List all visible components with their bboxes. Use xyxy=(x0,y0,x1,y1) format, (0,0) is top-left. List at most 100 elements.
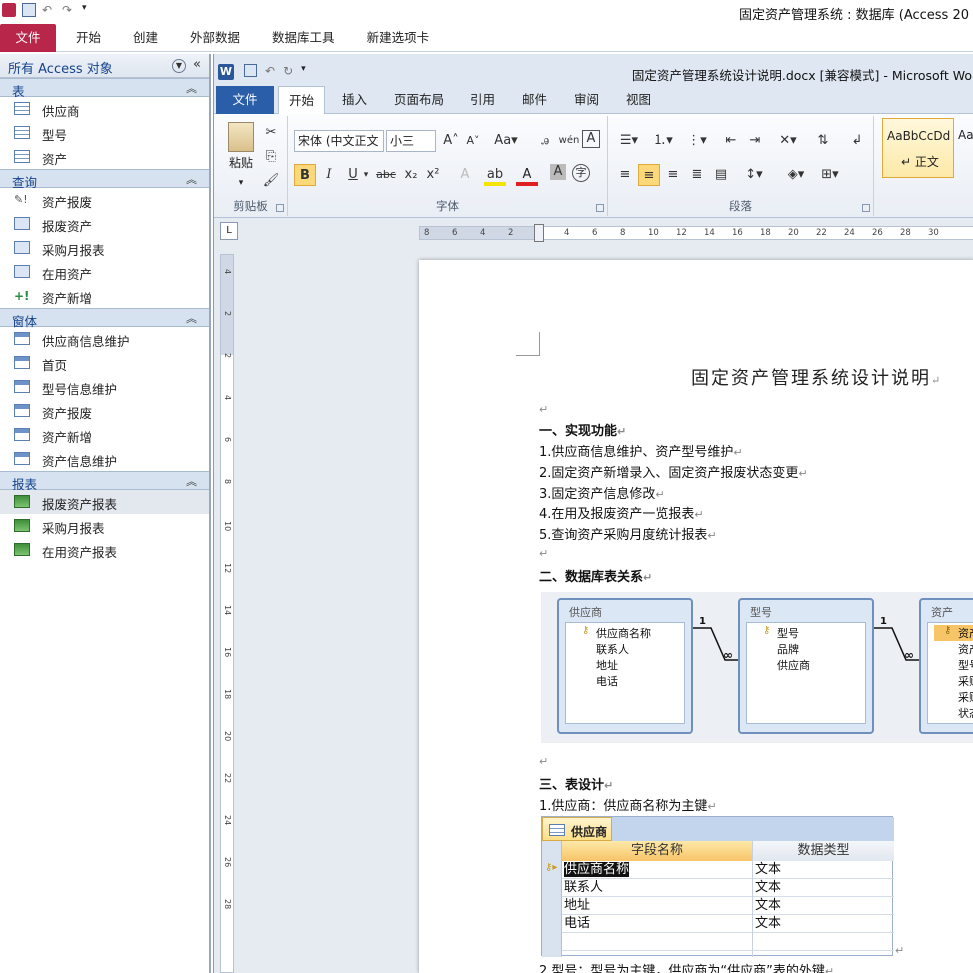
nav-item-form-asset-maint[interactable]: 资产信息维护 xyxy=(0,447,209,471)
undo-icon[interactable]: ↶ xyxy=(42,3,56,17)
line-spacing-icon[interactable]: ↕▾ xyxy=(740,164,768,186)
save-icon[interactable] xyxy=(244,64,257,77)
borders-icon[interactable]: ⊞▾ xyxy=(816,164,844,186)
document-page[interactable]: 固定资产管理系统设计说明↵ ↵ 一、实现功能↵ 1.供应商信息维护、资产型号维护… xyxy=(419,260,973,973)
horizontal-ruler[interactable]: 864224681012141618202224262830 xyxy=(419,224,973,242)
shutter-bar-close-icon[interactable]: « xyxy=(193,57,201,72)
table-row[interactable] xyxy=(562,933,894,951)
enclose-characters-icon[interactable]: 字 xyxy=(572,164,590,182)
grow-font-icon[interactable]: A˄ xyxy=(440,130,462,152)
strikethrough-button[interactable]: abc xyxy=(374,164,398,186)
access-tab-external-data[interactable]: 外部数据 xyxy=(174,24,256,52)
center-align-icon[interactable]: ≡ xyxy=(638,164,660,186)
word-app-icon[interactable]: W xyxy=(218,64,234,80)
font-name-combo[interactable]: 宋体 (中文正文 xyxy=(294,130,384,152)
phonetic-guide-icon[interactable]: wén xyxy=(558,130,580,152)
customize-qat-icon[interactable]: ▾ xyxy=(82,3,96,17)
dialog-launcher-icon[interactable] xyxy=(276,204,284,212)
dialog-launcher-icon[interactable] xyxy=(862,204,870,212)
word-tab-file[interactable]: 文件 xyxy=(216,86,274,114)
access-tab-new-tab[interactable]: 新建选项卡 xyxy=(351,24,446,52)
save-icon[interactable] xyxy=(22,3,36,17)
access-tab-database-tools[interactable]: 数据库工具 xyxy=(256,24,351,52)
text-effects-icon[interactable]: A xyxy=(454,164,476,186)
word-tab-home[interactable]: 开始 xyxy=(278,86,326,115)
customize-qat-icon[interactable]: ▾ xyxy=(301,64,306,78)
change-case-icon[interactable]: Aa▾ xyxy=(492,130,520,152)
collapse-icon[interactable]: ︽ xyxy=(186,80,197,96)
justify-icon[interactable]: ≣ xyxy=(686,164,708,186)
undo-icon[interactable]: ↶ xyxy=(265,64,275,78)
redo-icon[interactable]: ↻ xyxy=(283,64,293,78)
nav-item-report-scrapped[interactable]: 报废资产报表 xyxy=(0,490,209,514)
nav-item-query-asset-add[interactable]: +! 资产新增 xyxy=(0,284,209,308)
collapse-icon[interactable]: ︽ xyxy=(186,310,197,326)
nav-item-query-in-use-assets[interactable]: 在用资产 xyxy=(0,260,209,284)
style-no-spacing[interactable]: Aa xyxy=(958,128,973,142)
font-size-combo[interactable]: 小三 xyxy=(386,130,436,152)
clear-formatting-icon[interactable]: ꭿ xyxy=(534,130,556,152)
word-tab-references[interactable]: 引用 xyxy=(470,86,495,114)
indent-marker-icon[interactable] xyxy=(534,224,544,242)
redo-icon[interactable]: ↷ xyxy=(62,3,76,17)
paste-dropdown-icon[interactable]: ▾ xyxy=(232,172,250,194)
vertical-ruler[interactable]: 4 2 2 4 6 8 10 12 14 16 18 20 22 24 26 28 xyxy=(220,254,234,973)
paste-button[interactable]: 粘贴 xyxy=(222,152,260,174)
nav-item-query-monthly-purchase[interactable]: 采购月报表 xyxy=(0,236,209,260)
collapse-icon[interactable]: ︽ xyxy=(186,473,197,489)
style-normal[interactable]: AaBbCcDd ↵ 正文 xyxy=(882,118,954,178)
highlight-color-icon[interactable]: ab xyxy=(484,164,506,186)
table-row[interactable]: 地址 xyxy=(562,897,752,915)
nav-item-form-model-maint[interactable]: 型号信息维护 xyxy=(0,375,209,399)
nav-item-report-in-use[interactable]: 在用资产报表 xyxy=(0,538,209,562)
decrease-indent-icon[interactable]: ⇤ xyxy=(720,130,742,152)
shading-icon[interactable]: ◈▾ xyxy=(782,164,810,186)
align-right-icon[interactable]: ≡ xyxy=(662,164,684,186)
align-left-icon[interactable]: ≡ xyxy=(614,164,636,186)
access-tab-file[interactable]: 文件 xyxy=(0,23,56,52)
nav-item-table-asset[interactable]: 资产 xyxy=(0,145,209,169)
nav-pane-header[interactable]: 所有 Access 对象 ▼ « xyxy=(0,54,209,78)
table-row[interactable]: 联系人 xyxy=(562,879,752,897)
character-shading-icon[interactable]: A xyxy=(550,164,566,180)
nav-item-form-supplier-maint[interactable]: 供应商信息维护 xyxy=(0,327,209,351)
word-tab-view[interactable]: 视图 xyxy=(626,86,651,114)
access-tab-create[interactable]: 创建 xyxy=(117,24,174,52)
nav-item-report-monthly-purchase[interactable]: 采购月报表 xyxy=(0,514,209,538)
nav-item-form-home[interactable]: 首页 xyxy=(0,351,209,375)
word-tab-mailings[interactable]: 邮件 xyxy=(522,86,547,114)
paste-icon[interactable] xyxy=(228,122,254,152)
bold-button[interactable]: B xyxy=(294,164,316,186)
numbering-icon[interactable]: ⒈▾ xyxy=(648,130,678,152)
subscript-button[interactable]: x₂ xyxy=(400,164,422,186)
nav-group-forms[interactable]: 窗体 ︽ xyxy=(0,308,209,329)
nav-item-query-scrapped-assets[interactable]: 报废资产 xyxy=(0,212,209,236)
character-border-icon[interactable]: A xyxy=(582,130,600,148)
multilevel-list-icon[interactable]: ⋮▾ xyxy=(682,130,712,152)
chinese-layout-icon[interactable]: ✕▾ xyxy=(774,130,802,152)
format-painter-icon[interactable]: 🖌 xyxy=(260,170,282,192)
table-row[interactable]: 电话 xyxy=(562,915,752,933)
word-tab-insert[interactable]: 插入 xyxy=(342,86,367,114)
nav-item-table-supplier[interactable]: 供应商 xyxy=(0,97,209,121)
sort-icon[interactable]: ⇅ xyxy=(812,130,834,152)
table-row[interactable]: 文本 xyxy=(753,897,894,915)
word-tab-page-layout[interactable]: 页面布局 xyxy=(394,86,444,114)
nav-item-form-asset-add[interactable]: 资产新增 xyxy=(0,423,209,447)
font-color-icon[interactable]: A xyxy=(516,164,538,186)
table-row[interactable]: 文本 xyxy=(753,915,894,933)
table-row[interactable]: 文本 xyxy=(753,879,894,897)
cut-icon[interactable]: ✂ xyxy=(260,122,282,144)
nav-group-reports[interactable]: 报表 ︽ xyxy=(0,471,209,492)
underline-dropdown-icon[interactable]: ▾ xyxy=(360,164,372,186)
show-formatting-marks-icon[interactable]: ↲ xyxy=(846,130,868,152)
design-tab-supplier[interactable]: 供应商 xyxy=(542,817,612,841)
shrink-font-icon[interactable]: A˅ xyxy=(462,130,484,152)
table-row[interactable]: 供应商名称 xyxy=(562,861,752,879)
nav-item-query-asset-scrap[interactable]: ✎! 资产报废 xyxy=(0,188,209,212)
nav-group-queries[interactable]: 查询 ︽ xyxy=(0,169,209,190)
access-tab-home[interactable]: 开始 xyxy=(60,24,117,52)
nav-item-form-asset-scrap[interactable]: 资产报废 xyxy=(0,399,209,423)
tab-selector-icon[interactable]: L xyxy=(220,222,238,240)
relationship-diagram[interactable]: 供应商 ⚷ 供应商名称 联系人 地址 电话 型号 ⚷ 型号 品牌 供应商 资产 … xyxy=(541,592,973,743)
